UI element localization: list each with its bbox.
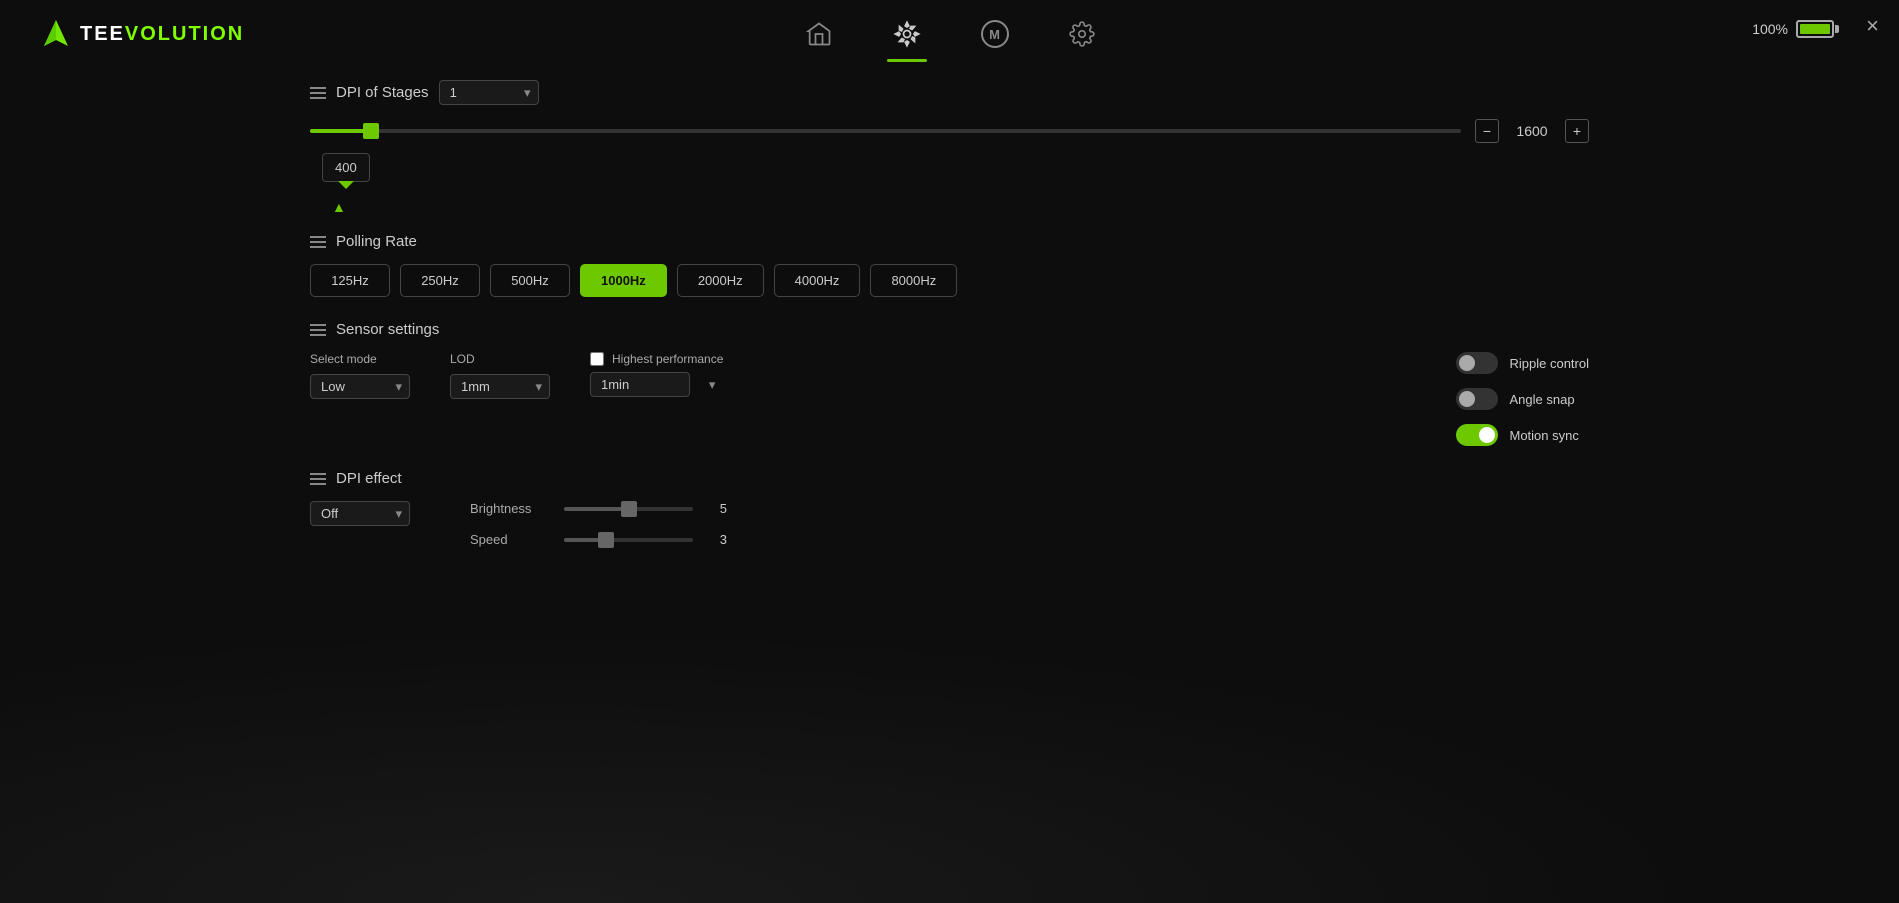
battery-icon	[1796, 20, 1839, 38]
brightness-row: Brightness 5	[470, 501, 727, 516]
lod-col: LOD 1mm 2mm 3mm	[450, 352, 550, 399]
polling-buttons: 125Hz 250Hz 500Hz 1000Hz 2000Hz 4000Hz 8…	[310, 264, 1589, 297]
dpi-effect-title: DPI effect	[336, 470, 402, 487]
polling-500hz[interactable]: 500Hz	[490, 264, 570, 297]
polling-section-header: Polling Rate	[310, 233, 1589, 250]
ripple-control-toggle[interactable]	[1456, 352, 1498, 374]
nav-settings[interactable]	[1059, 15, 1105, 53]
lod-label: LOD	[450, 352, 550, 366]
gear-icon	[1069, 21, 1095, 47]
lod-select[interactable]: 1mm 2mm 3mm	[450, 374, 550, 399]
select-mode-select[interactable]: Low Medium High	[310, 374, 410, 399]
sensor-grid: Select mode Low Medium High LOD 1mm	[310, 352, 1589, 446]
dpi-icon	[893, 20, 921, 48]
highest-perf-label: Highest performance	[612, 352, 723, 366]
dpi-label-row: 400 ▲	[310, 153, 1589, 213]
section-lines-icon	[310, 87, 326, 99]
dpi-effect-mode-wrapper[interactable]: Off Solid Breathing Rainbow	[310, 501, 410, 526]
battery-fill	[1800, 24, 1830, 34]
dpi-effect-mode-select[interactable]: Off Solid Breathing Rainbow	[310, 501, 410, 526]
dpi-value: 1600	[1507, 123, 1557, 139]
sensor-section: Sensor settings Select mode Low Medium H…	[310, 321, 1589, 446]
dpi-effect-section: DPI effect Off Solid Breathing Rainbow B…	[310, 470, 1589, 547]
ripple-control-thumb	[1459, 355, 1475, 371]
select-mode-col: Select mode Low Medium High	[310, 352, 410, 399]
ripple-control-label: Ripple control	[1510, 356, 1590, 371]
battery-tip	[1835, 25, 1839, 33]
angle-snap-toggle[interactable]	[1456, 388, 1498, 410]
speed-row: Speed 3	[470, 532, 727, 547]
dpi-counter: − 1600 +	[1475, 119, 1589, 143]
polling-section-lines	[310, 236, 326, 248]
header: TEEVOLUTION	[0, 0, 1899, 50]
select-mode-wrapper[interactable]: Low Medium High	[310, 374, 410, 399]
brightness-value: 5	[707, 501, 727, 516]
select-mode-label: Select mode	[310, 352, 410, 366]
polling-4000hz[interactable]: 4000Hz	[774, 264, 861, 297]
polling-title: Polling Rate	[336, 233, 417, 250]
home-icon	[805, 20, 833, 48]
dpi-slider-container	[310, 121, 1461, 141]
sensor-section-lines	[310, 324, 326, 336]
ripple-control-row: Ripple control	[1456, 352, 1590, 374]
angle-snap-thumb	[1459, 391, 1475, 407]
highest-perf-col: Highest performance 1min 2min 5min Never	[590, 352, 723, 397]
motion-sync-row: Motion sync	[1456, 424, 1590, 446]
motion-sync-label: Motion sync	[1510, 428, 1579, 443]
brightness-speed-col: Brightness 5 Speed 3	[470, 501, 727, 547]
dpi-slider-row: − 1600 +	[310, 119, 1589, 143]
angle-snap-row: Angle snap	[1456, 388, 1590, 410]
dpi-slider[interactable]	[310, 129, 1461, 133]
dpi-stages-select-wrapper[interactable]: 1 2 3 4 5	[439, 80, 539, 105]
dpi-effect-lines	[310, 473, 326, 485]
brightness-label: Brightness	[470, 501, 550, 516]
polling-250hz[interactable]: 250Hz	[400, 264, 480, 297]
highest-perf-select[interactable]: 1min 2min 5min Never	[590, 372, 690, 397]
sensor-title: Sensor settings	[336, 321, 439, 338]
dpi-stages-select[interactable]: 1 2 3 4 5	[439, 80, 539, 105]
nav-macro[interactable]: M	[971, 14, 1019, 54]
toggles-col: Ripple control Angle snap	[1456, 352, 1590, 446]
motion-sync-thumb	[1479, 427, 1495, 443]
polling-section: Polling Rate 125Hz 250Hz 500Hz 1000Hz 20…	[310, 233, 1589, 297]
dpi-effect-row: Off Solid Breathing Rainbow Brightness 5…	[310, 501, 1589, 547]
nav-active-indicator	[887, 59, 927, 62]
sensor-section-header: Sensor settings	[310, 321, 1589, 338]
logo-icon	[40, 18, 72, 50]
battery-area: 100%	[1752, 20, 1839, 38]
dpi-effect-section-header: DPI effect	[310, 470, 1589, 487]
dpi-bubble: 400	[322, 153, 370, 182]
battery-percent: 100%	[1752, 21, 1788, 37]
dpi-stages-section-header: DPI of Stages 1 2 3 4 5	[310, 80, 1589, 105]
main-nav: M	[795, 14, 1105, 54]
nav-home[interactable]	[795, 14, 843, 54]
speed-value: 3	[707, 532, 727, 547]
dpi-decrease-button[interactable]: −	[1475, 119, 1499, 143]
main-content: DPI of Stages 1 2 3 4 5 −	[0, 50, 1899, 587]
polling-1000hz[interactable]: 1000Hz	[580, 264, 667, 297]
battery-body	[1796, 20, 1834, 38]
lod-wrapper[interactable]: 1mm 2mm 3mm	[450, 374, 550, 399]
dpi-increase-button[interactable]: +	[1565, 119, 1589, 143]
polling-125hz[interactable]: 125Hz	[310, 264, 390, 297]
highest-perf-checkbox[interactable]	[590, 352, 604, 366]
polling-2000hz[interactable]: 2000Hz	[677, 264, 764, 297]
brightness-slider[interactable]	[564, 507, 693, 511]
logo: TEEVOLUTION	[40, 18, 244, 50]
speed-label: Speed	[470, 532, 550, 547]
angle-snap-label: Angle snap	[1510, 392, 1575, 407]
highest-perf-wrapper[interactable]: 1min 2min 5min Never	[590, 372, 723, 397]
highest-perf-checkbox-row: Highest performance	[590, 352, 723, 366]
dpi-stages-title: DPI of Stages	[336, 84, 429, 101]
speed-slider[interactable]	[564, 538, 693, 542]
dpi-arrow-icon: ▲	[332, 199, 346, 215]
nav-dpi[interactable]	[883, 14, 931, 54]
macro-icon: M	[981, 20, 1009, 48]
motion-sync-toggle[interactable]	[1456, 424, 1498, 446]
logo-text: TEEVOLUTION	[80, 23, 244, 46]
polling-8000hz[interactable]: 8000Hz	[870, 264, 957, 297]
